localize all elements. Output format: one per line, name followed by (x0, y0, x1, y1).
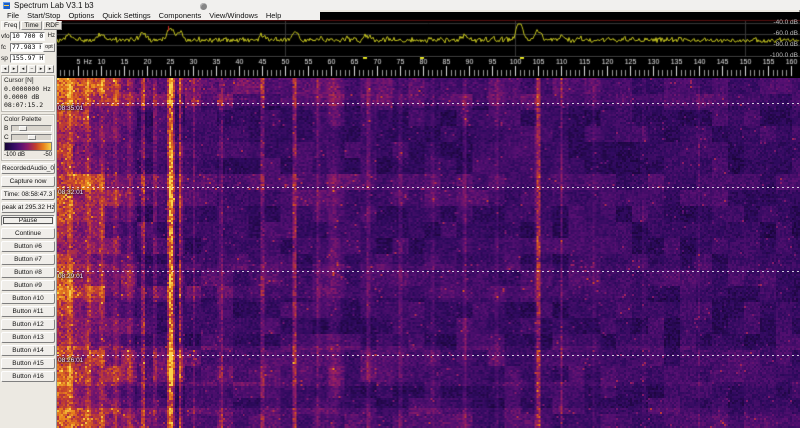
palette-max-label: -50 (43, 152, 52, 158)
color-palette-group: Color Palette BC -100 dB -50 (1, 114, 55, 161)
button-pause[interactable]: Pause (1, 215, 55, 226)
slider-c[interactable] (11, 133, 52, 141)
button-button-15[interactable]: Button #15 (1, 358, 55, 369)
tab-rdf[interactable]: RDF (42, 21, 62, 30)
db-label-2: -80.0 dB (773, 41, 798, 48)
frequency-fields: vfo Hz fc opt sp (0, 31, 56, 63)
panel-tabs: Freq Time RDF (0, 20, 62, 30)
button-button-7[interactable]: Button #7 (1, 254, 55, 265)
menu-item-quick-settings[interactable]: Quick Settings (102, 11, 150, 20)
slider-row-c: C (4, 133, 52, 141)
button-opt[interactable]: opt (43, 42, 55, 52)
status-blob-icon (200, 3, 207, 10)
button-button-8[interactable]: Button #8 (1, 267, 55, 278)
menu-item-options[interactable]: Options (68, 11, 94, 20)
cursor-group: Cursor [N] 0.0000000 Hz 0.0000 dB 08:07:… (1, 75, 55, 112)
waterfall-timestamp-2: 08:29:01 (58, 273, 84, 280)
palette-gradient-bar (4, 142, 52, 151)
menu-item-help[interactable]: Help (266, 11, 281, 20)
ruler-canvas (57, 57, 800, 78)
freq-input-vfo[interactable] (10, 31, 45, 41)
menu-item-view-windows[interactable]: View/Windows (209, 11, 258, 20)
cursor-group-title: Cursor [N] (4, 77, 34, 84)
button-button-16[interactable]: Button #16 (1, 371, 55, 382)
button-time-08-58-47-3[interactable]: Time: 08:58:47.3 (1, 189, 55, 200)
palette-group-title: Color Palette (4, 116, 42, 123)
unit-label-vfo: Hz (47, 33, 55, 39)
button-button-13[interactable]: Button #13 (1, 332, 55, 343)
button-button-9[interactable]: Button #9 (1, 280, 55, 291)
waterfall-timestamp-0: 08:35:01 (58, 105, 84, 112)
button-peak-at-295-32-hz[interactable]: peak at 295.32 Hz (1, 202, 55, 213)
freq-row-fc: fc opt (1, 42, 55, 52)
waterfall-timestamp-1: 08:32:01 (58, 189, 84, 196)
db-label-1: -60.0 dB (773, 30, 798, 37)
slider-label-b: B (4, 124, 9, 132)
waterfall-timeline-3 (57, 355, 800, 356)
waterfall-canvas (57, 78, 800, 428)
nudge-button-4[interactable]: ▸ (37, 65, 45, 73)
slider-b[interactable] (11, 124, 52, 132)
waterfall-timeline-2 (57, 271, 800, 272)
menu-item-file[interactable]: File (7, 11, 19, 20)
button-button-14[interactable]: Button #14 (1, 345, 55, 356)
slider-label-c: C (4, 133, 9, 141)
slider-thumb-c[interactable] (28, 134, 36, 140)
spectrum-lab-window: -40.0 dB -60.0 dB -80.0 dB -100.0 dB 08:35:… (0, 0, 800, 428)
waterfall-timestamp-3: 08:26:01 (58, 357, 84, 364)
freq-label-sp: sp (1, 54, 8, 62)
freq-input-sp[interactable] (10, 53, 45, 63)
button-button-11[interactable]: Button #11 (1, 306, 55, 317)
freq-label-vfo: vfo (1, 32, 10, 40)
nudge-button-5[interactable]: ▸ (46, 65, 54, 73)
palette-scale-labels: -100 dB -50 (4, 152, 52, 158)
slider-thumb-b[interactable] (19, 125, 27, 131)
tab-time[interactable]: Time (21, 21, 42, 30)
menu-bar: File Start/Stop Options Quick Settings Compo… (0, 10, 320, 20)
button-button-12[interactable]: Button #12 (1, 319, 55, 330)
nudge-button-3[interactable]: − (28, 65, 36, 73)
slider-row-b: B (4, 124, 52, 132)
cursor-time: 08:07:15.2 (4, 101, 44, 109)
waterfall-display[interactable]: 08:35:01 08:32:01 08:29:01 08:26:01 (57, 78, 800, 428)
panel-button-stack: RecordedAudio_004. Capture now Time: 08:58… (0, 163, 56, 382)
db-label-0: -40.0 dB (773, 19, 798, 26)
nudge-button-2[interactable]: ◂ (19, 65, 27, 73)
button-recordedaudio-004[interactable]: RecordedAudio_004. (1, 163, 55, 174)
cursor-frequency: 0.0000000 Hz (4, 85, 51, 93)
waterfall-timeline-1 (57, 187, 800, 188)
title-bar: Spectrum Lab V3.1 b3 (0, 0, 800, 10)
button-button-10[interactable]: Button #10 (1, 293, 55, 304)
menu-item-components[interactable]: Components (159, 11, 202, 20)
frequency-nudge-buttons: ◂ ▸ ◂ − ▸ ▸ (1, 65, 55, 73)
button-capture-now[interactable]: Capture now (1, 176, 55, 187)
freq-row-sp: sp (1, 53, 55, 63)
frequency-ruler[interactable] (57, 57, 800, 78)
button-continue[interactable]: Continue (1, 228, 55, 239)
button-button-6[interactable]: Button #6 (1, 241, 55, 252)
control-panel: FreqTimeRDF vfoHzfcoptsp ◂▸◂−▸▸ Cursor [… (0, 20, 62, 428)
cursor-level: 0.0000 dB (4, 93, 40, 101)
freq-row-vfo: vfo Hz (1, 31, 55, 41)
waterfall-timeline-0 (57, 103, 800, 104)
nudge-button-0[interactable]: ◂ (1, 65, 9, 73)
palette-sliders: BC (4, 124, 52, 141)
app-icon (3, 1, 10, 9)
menu-item-start-stop[interactable]: Start/Stop (27, 11, 60, 20)
palette-min-label: -100 dB (4, 152, 26, 158)
freq-label-fc: fc (1, 43, 7, 51)
tab-freq[interactable]: Freq (1, 21, 21, 30)
window-title: Spectrum Lab V3.1 b3 (14, 0, 94, 10)
freq-input-fc[interactable] (10, 42, 43, 52)
nudge-button-1[interactable]: ▸ (10, 65, 18, 73)
